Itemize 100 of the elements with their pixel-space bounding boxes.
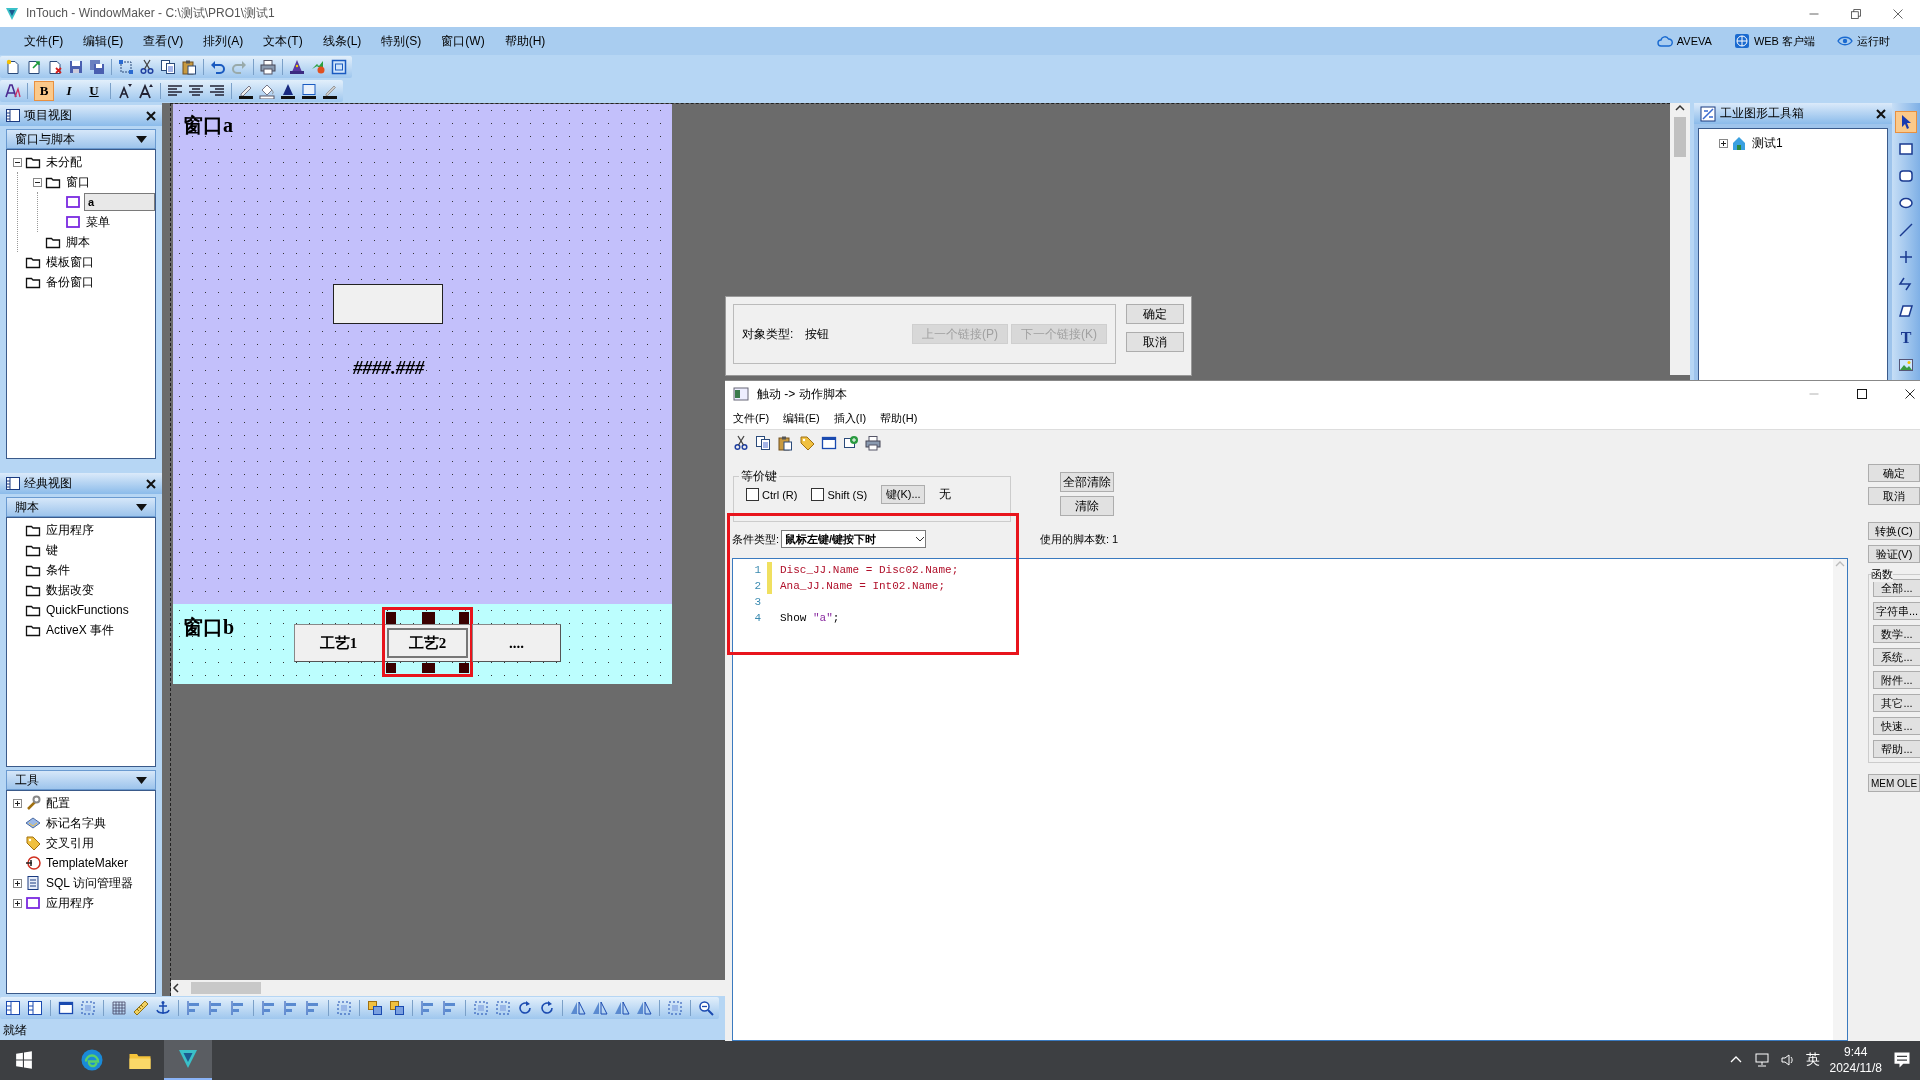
ruler-icon[interactable] [133,1000,149,1016]
section-dropdown[interactable]: 窗口与脚本 [6,129,156,149]
tree-item[interactable]: 脚本 [64,233,92,251]
tree-item[interactable]: 窗口 [64,173,92,191]
selection-handle[interactable] [422,663,435,673]
align-bars-icon[interactable] [442,1000,458,1016]
close-file-icon[interactable] [47,59,63,75]
function-button[interactable]: 数学... [1873,625,1920,643]
menu-item[interactable]: 查看(V) [133,32,194,50]
tree-item[interactable]: 配置 [44,794,72,812]
menu-item[interactable]: 文件(F) [14,32,74,50]
function-button[interactable]: 字符串... [1873,602,1920,620]
selection-frame-icon[interactable] [118,59,134,75]
dotted-frame-icon[interactable] [495,1000,511,1016]
action-button[interactable]: 确定 [1868,464,1920,482]
rectangle-object[interactable] [333,284,443,324]
align-left-icon[interactable] [167,83,183,99]
frame-icon[interactable] [331,59,347,75]
new-window-icon[interactable] [843,435,859,451]
expand-toggle[interactable] [13,898,22,908]
process-button[interactable]: 工艺2 [383,624,472,662]
fill-bucket-icon[interactable] [259,83,275,99]
align-bars-icon[interactable] [420,1000,436,1016]
process-button[interactable]: .... [472,624,561,662]
tree-item[interactable]: 应用程序 [44,521,96,539]
panel-layout-icon[interactable] [27,1000,43,1016]
menu-item[interactable]: 插入(I) [833,410,867,426]
scrollbar[interactable] [171,980,725,996]
zoom-out-icon[interactable] [698,1000,714,1016]
save-icon[interactable] [68,59,84,75]
function-button[interactable]: 附件... [1873,671,1920,689]
function-button[interactable]: 系统... [1873,648,1920,666]
tree-item[interactable]: a [84,193,155,211]
tree-item[interactable]: 测试1 [1750,134,1785,152]
layers-icon[interactable] [389,1000,405,1016]
tree-item[interactable]: 标记名字典 [44,814,108,832]
action-button[interactable]: 取消 [1868,487,1920,505]
tree-item[interactable]: 模板窗口 [44,253,96,271]
flip-icon[interactable] [592,1000,608,1016]
selection-handle[interactable] [422,612,435,624]
undo-icon[interactable] [210,59,226,75]
tree-item[interactable]: 交叉引用 [44,834,96,852]
globe-icon[interactable] [1733,33,1750,49]
layers-icon[interactable] [367,1000,383,1016]
align-right-icon[interactable] [209,83,225,99]
menu-item[interactable]: 特别(S) [371,32,432,50]
menu-link[interactable]: WEB 客户端 [1753,33,1815,49]
menu-item[interactable]: 编辑(E) [783,410,820,426]
taskbar-app[interactable] [164,1040,212,1080]
menu-link[interactable]: 运行时 [1857,33,1890,49]
copy-icon[interactable] [755,435,771,451]
cancel-button[interactable]: 取消 [1126,332,1184,352]
cloud-icon[interactable] [1656,33,1673,49]
window-color-icon[interactable] [301,83,317,99]
flip-icon[interactable] [570,1000,586,1016]
print-icon[interactable] [260,59,276,75]
cut-icon[interactable] [733,435,749,451]
clock[interactable]: 9:44 2024/11/8 [1829,1044,1882,1076]
expand-toggle[interactable] [13,798,22,808]
process-button[interactable]: 工艺1 [294,624,383,662]
notification-icon[interactable] [1892,1050,1912,1070]
pen-icon[interactable] [322,83,338,99]
menu-item[interactable]: 文件(F) [733,410,770,426]
checkbox[interactable] [811,488,825,501]
tree-item[interactable]: QuickFunctions [44,603,131,617]
close-icon[interactable] [1876,108,1886,119]
text-tool[interactable]: T [1895,327,1917,349]
align-bars-icon[interactable] [283,1000,299,1016]
window-icon[interactable] [58,1000,74,1016]
tree-item[interactable]: 键 [44,541,60,559]
scroll-up-icon[interactable] [1675,103,1685,113]
condition-dropdown[interactable]: 鼠标左键/键按下时 [781,530,927,548]
scroll-thumb[interactable] [191,982,261,994]
clear-button[interactable]: 清除 [1060,496,1114,516]
dotted-frame-icon[interactable] [336,1000,352,1016]
caret-icon[interactable] [136,776,147,784]
input-method[interactable]: 英 [1805,1051,1820,1069]
align-bars-icon[interactable] [186,1000,202,1016]
save-all-icon[interactable] [89,59,105,75]
selection-handle[interactable] [459,663,469,673]
section-dropdown[interactable]: 脚本 [6,497,156,517]
align-bars-icon[interactable] [305,1000,321,1016]
value-text[interactable]: ####.### [353,357,425,379]
menu-item[interactable]: 文本(T) [253,32,313,50]
maximize-icon[interactable] [1856,388,1868,400]
format-button[interactable]: I [59,81,79,101]
font-larger-icon[interactable] [138,83,154,99]
align-center-icon[interactable] [188,83,204,99]
open-file-icon[interactable] [26,59,42,75]
menu-item[interactable]: 排列(A) [193,32,254,50]
align-bars-icon[interactable] [230,1000,246,1016]
checkbox-label[interactable]: Ctrl (R) [762,488,798,501]
menu-item[interactable]: 编辑(E) [73,32,134,50]
function-button[interactable]: 其它... [1873,694,1920,712]
function-button[interactable]: 全部... [1873,579,1920,597]
restore-icon[interactable] [1850,7,1862,20]
tree-item[interactable]: SQL 访问管理器 [44,874,135,892]
checkbox-label[interactable]: Shift (S) [827,488,868,501]
function-button[interactable]: 帮助... [1873,740,1920,758]
pencil-icon[interactable] [238,83,254,99]
